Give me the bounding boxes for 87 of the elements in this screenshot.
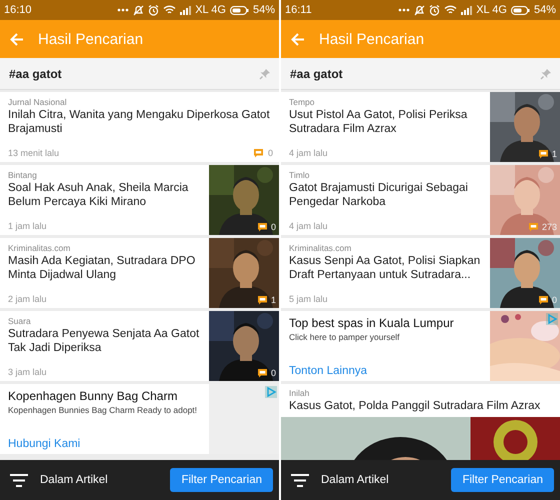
signal-icon xyxy=(461,6,472,14)
comment-count: 0 xyxy=(268,148,273,158)
news-time: 3 jam lalu xyxy=(8,367,47,377)
wifi-icon xyxy=(163,5,176,15)
search-query[interactable]: #aa gatot xyxy=(290,66,343,80)
battery-icon xyxy=(510,6,530,14)
comment-count: 0 xyxy=(552,295,557,305)
screen-title: Hasil Pencarian xyxy=(319,30,424,48)
news-title: Gatot Brajamusti Dicurigai Sebagai Pengedar Narkoba xyxy=(289,181,469,209)
news-title: Soal Hak Asuh Anak, Sheila Marcia Belum Percaya Kiki Mirano xyxy=(8,181,190,209)
bell-off-icon xyxy=(133,4,144,16)
ad-link[interactable]: Tonton Lainnya xyxy=(289,357,484,377)
more-dots-icon xyxy=(117,8,130,12)
in-article-label[interactable]: Dalam Artikel xyxy=(40,474,158,486)
news-source: Kriminalitas.com xyxy=(8,243,72,253)
news-time: 13 menit lalu xyxy=(8,148,60,158)
bell-off-icon xyxy=(414,4,426,16)
comment-count: 0 xyxy=(270,368,276,378)
ad-title: Top best spas in Kuala Lumpur xyxy=(289,316,455,330)
news-source: Timlo xyxy=(289,170,310,180)
comment-count: 273 xyxy=(542,222,557,232)
news-time: 1 jam lalu xyxy=(8,221,47,231)
news-card[interactable]: Top best spas in Kuala Lumpur Click here to pamper yourself Tonton Lainnya xyxy=(281,311,560,381)
news-source: Tempo xyxy=(289,97,316,107)
news-source: Bintang xyxy=(8,170,38,180)
comment-icon xyxy=(528,222,538,232)
news-title: Kasus Senpi Aa Gatot, Polisi Siapkan Draft Pertanyaan untuk Sutradara... xyxy=(289,254,482,282)
news-title: Sutradara Penyewa Senjata Aa Gatot Tak Jadi Diperiksa xyxy=(8,327,200,355)
search-query[interactable]: #aa gatot xyxy=(9,66,62,80)
screen-title: Hasil Pencarian xyxy=(38,30,144,48)
carrier-label: XL 4G xyxy=(195,4,226,16)
status-time: 16:11 xyxy=(285,4,312,16)
alarm-icon xyxy=(429,4,440,16)
news-source: Jurnal Nasional xyxy=(8,97,68,107)
news-title: Kasus Gatot, Polda Panggil Sutradara Film Azrax xyxy=(288,399,542,413)
filter-icon[interactable] xyxy=(291,474,309,486)
news-source: Inilah xyxy=(288,388,310,398)
news-time: 5 jam lalu xyxy=(289,294,328,304)
filter-search-button[interactable]: Filter Pencarian xyxy=(451,468,554,492)
comment-icon xyxy=(538,150,548,158)
news-card[interactable]: Jurnal Nasional Inilah Citra, Wanita yang Mengaku Diperkosa Gatot Brajamusti 13 menit lalu 0 xyxy=(0,92,279,162)
filter-search-button[interactable]: Filter Pencarian xyxy=(170,468,273,492)
comment-icon xyxy=(538,296,548,304)
news-time: 4 jam lalu xyxy=(289,221,328,231)
more-dots-icon xyxy=(398,8,410,12)
status-time: 16:10 xyxy=(4,4,32,16)
comment-count: 1 xyxy=(270,295,276,305)
news-card[interactable]: Tempo Usut Pistol Aa Gatot, Polisi Periksa Sutradara Film Azrax 4 jam lalu 1 xyxy=(281,92,560,162)
news-card[interactable]: Inilah Kasus Gatot, Polda Panggil Sutradara Film Azrax xyxy=(281,384,560,460)
ad-choices-icon[interactable] xyxy=(265,386,277,398)
filter-icon[interactable] xyxy=(10,474,28,486)
signal-icon xyxy=(180,6,192,14)
news-card[interactable]: Kriminalitas.com Masih Ada Kegiatan, Sutradara DPO Minta Dijadwal Ulang 2 jam lalu 1 xyxy=(0,238,279,308)
news-time: 2 jam lalu xyxy=(8,294,47,304)
carrier-label: XL 4G xyxy=(476,4,507,16)
pin-icon[interactable] xyxy=(540,68,552,80)
comment-icon xyxy=(254,148,263,158)
battery-percent: 54% xyxy=(252,4,275,16)
news-source: Kriminalitas.com xyxy=(289,243,352,253)
back-icon[interactable] xyxy=(10,32,24,46)
battery-percent: 54% xyxy=(534,4,556,16)
news-card[interactable]: Kriminalitas.com Kasus Senpi Aa Gatot, Polisi Siapkan Draft Pertanyaan untuk Sutradara... 5 jam lalu 0 xyxy=(281,238,560,308)
comment-icon xyxy=(258,222,267,232)
comment-icon xyxy=(258,368,267,378)
news-title: Masih Ada Kegiatan, Sutradara DPO Minta Dijadwal Ulang xyxy=(8,254,196,282)
ad-text: Click here to pamper yourself xyxy=(289,332,401,342)
pin-icon[interactable] xyxy=(259,68,271,80)
ad-link[interactable]: Hubungi Kami xyxy=(8,430,203,450)
alarm-icon xyxy=(148,4,160,16)
back-icon[interactable] xyxy=(291,32,305,46)
comment-icon xyxy=(258,296,267,304)
wifi-icon xyxy=(444,5,458,15)
news-card[interactable]: Kopenhagen Bunny Bag Charm Kopenhagen Bunnies Bag Charm Ready to adopt! Hubungi Kami xyxy=(0,384,279,454)
news-title: Usut Pistol Aa Gatot, Polisi Periksa Sutradara Film Azrax xyxy=(289,108,468,136)
news-title: Inilah Citra, Wanita yang Mengaku Diperkosa Gatot Brajamusti xyxy=(8,108,271,136)
battery-icon xyxy=(230,6,249,14)
news-card[interactable]: Suara Sutradara Penyewa Senjata Aa Gatot Tak Jadi Diperiksa 3 jam lalu 0 xyxy=(0,311,279,381)
ad-title: Kopenhagen Bunny Bag Charm xyxy=(8,389,178,403)
comment-count: 0 xyxy=(270,222,276,232)
news-source: Suara xyxy=(8,316,32,326)
news-card[interactable]: Timlo Gatot Brajamusti Dicurigai Sebagai Pengedar Narkoba 4 jam lalu 273 xyxy=(281,165,560,235)
ad-choices-icon[interactable] xyxy=(546,313,558,325)
ad-text: Kopenhagen Bunnies Bag Charm Ready to adopt! xyxy=(8,405,198,415)
news-time: 4 jam lalu xyxy=(289,148,328,158)
comment-count: 1 xyxy=(552,149,557,159)
in-article-label[interactable]: Dalam Artikel xyxy=(321,474,440,486)
news-card[interactable]: Bintang Soal Hak Asuh Anak, Sheila Marcia Belum Percaya Kiki Mirano 1 jam lalu 0 xyxy=(0,165,279,235)
